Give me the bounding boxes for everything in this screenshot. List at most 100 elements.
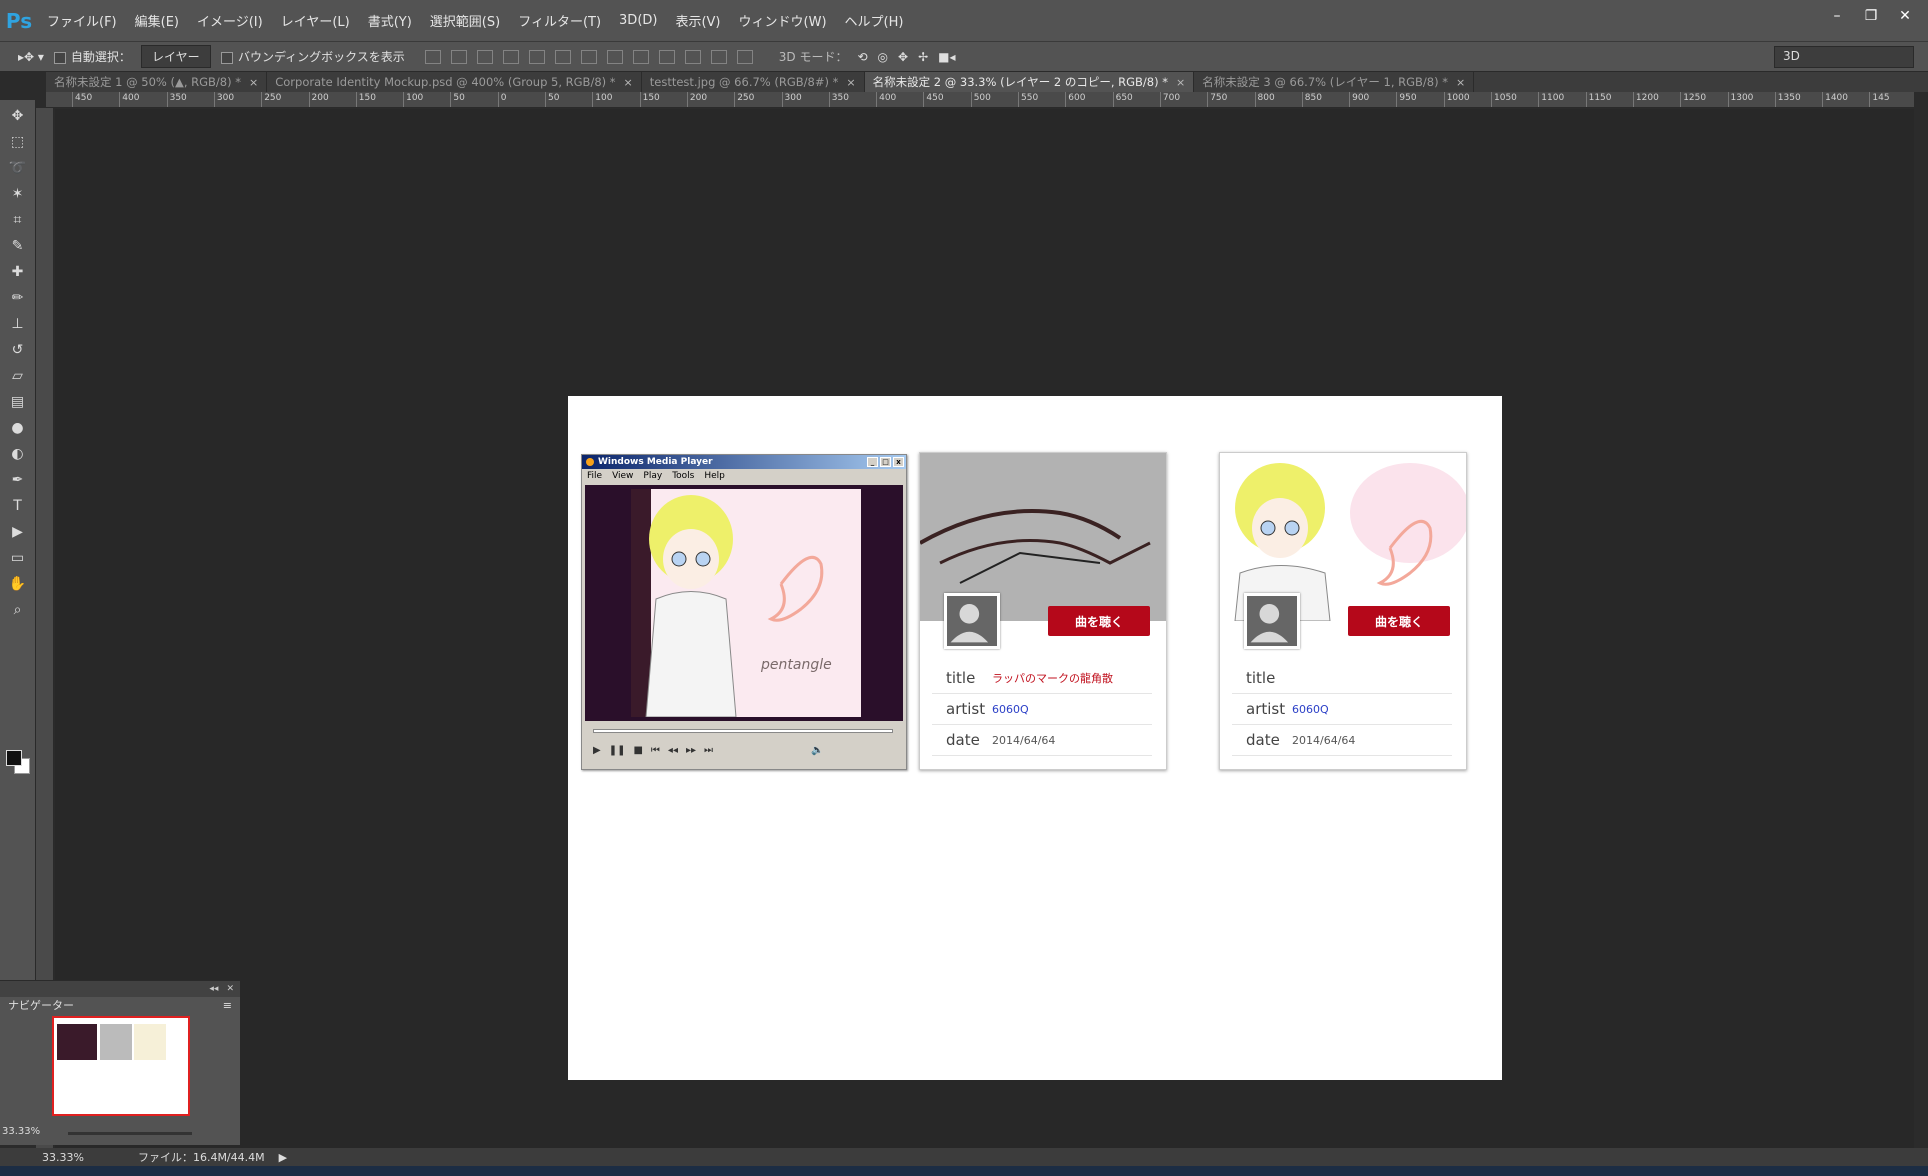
close-icon[interactable]: × xyxy=(1176,76,1185,89)
align-vcenter-icon[interactable] xyxy=(450,49,467,64)
close-icon[interactable]: × xyxy=(249,76,258,89)
auto-select-checkbox[interactable]: 自動選択： xyxy=(53,48,131,65)
status-file-info[interactable]: ファイル：16.4M/44.4M xyxy=(138,1149,265,1165)
rotate-3d-icon[interactable]: ⟲ xyxy=(857,50,867,64)
dodge-tool-icon[interactable]: ◐ xyxy=(6,444,30,464)
menu-layer[interactable]: レイヤー(L) xyxy=(272,11,359,30)
align-left-icon[interactable] xyxy=(502,49,519,64)
status-arrow-icon[interactable]: ▶ xyxy=(279,1151,287,1164)
crop-tool-icon[interactable]: ⌗ xyxy=(6,210,30,230)
tab-doc-1[interactable]: 名称未設定 1 @ 50% (▲, RGB/8) * × xyxy=(46,72,268,92)
eraser-tool-icon[interactable]: ▱ xyxy=(6,366,30,386)
zoom-tool-icon[interactable]: ⌕ xyxy=(6,600,30,620)
panel-menu-icon[interactable]: ≡ xyxy=(223,999,232,1012)
bounding-box-checkbox[interactable]: バウンディングボックスを表示 xyxy=(220,48,405,65)
zoom-slider[interactable] xyxy=(68,1132,192,1135)
close-icon[interactable]: × xyxy=(624,76,633,89)
gradient-tool-icon[interactable]: ▤ xyxy=(6,392,30,412)
distribute-hcenter-icon[interactable] xyxy=(684,49,701,64)
auto-select-dropdown[interactable]: レイヤー xyxy=(140,45,211,68)
hand-tool-icon[interactable]: ✋ xyxy=(6,574,30,594)
distribute-vcenter-icon[interactable] xyxy=(606,49,623,64)
align-hcenter-icon[interactable] xyxy=(528,49,545,64)
minimize-button[interactable]: – xyxy=(1824,6,1850,26)
lasso-tool-icon[interactable]: ➰ xyxy=(6,158,30,178)
document-canvas[interactable]: Windows Media Player _ □ x File View Play … xyxy=(568,396,1502,1080)
collapse-icon[interactable]: ◂◂ xyxy=(209,984,218,994)
menu-type[interactable]: 書式(Y) xyxy=(359,11,421,30)
eyedropper-tool-icon[interactable]: ✎ xyxy=(6,236,30,256)
prev-icon: ⏮ xyxy=(650,745,660,756)
workspace-select[interactable]: 3D xyxy=(1774,46,1914,68)
roll-3d-icon[interactable]: ◎ xyxy=(878,50,888,64)
tab-doc-5[interactable]: 名称未設定 3 @ 66.7% (レイヤー 1, RGB/8) * × xyxy=(1194,72,1475,92)
meta-key-date: date xyxy=(1246,731,1280,749)
distribute-bottom-icon[interactable] xyxy=(632,49,649,64)
menu-window[interactable]: ウィンドウ(W) xyxy=(730,11,836,30)
ruler-tick xyxy=(734,92,736,107)
tab-doc-2[interactable]: Corporate Identity Mockup.psd @ 400% (Gr… xyxy=(267,72,642,92)
menu-help[interactable]: ヘルプ(H) xyxy=(836,11,913,30)
workspace[interactable]: Windows Media Player _ □ x File View Play … xyxy=(55,109,1914,1152)
shape-tool-icon[interactable]: ▭ xyxy=(6,548,30,568)
ruler-tick xyxy=(545,92,546,107)
move-tool-icon[interactable]: ✥ xyxy=(6,106,30,126)
menu-edit[interactable]: 編集(E) xyxy=(126,11,188,30)
history-brush-tool-icon[interactable]: ↺ xyxy=(6,340,30,360)
menu-file[interactable]: ファイル(F) xyxy=(38,11,126,30)
status-zoom[interactable]: 33.33% xyxy=(42,1151,84,1164)
toolbox: ✥ ⬚ ➰ ✶ ⌗ ✎ ✚ ✏ ⊥ ↺ ▱ ▤ ● ◐ ✒ T ▶ ▭ ✋ ⌕ xyxy=(0,100,36,980)
marquee-tool-icon[interactable]: ⬚ xyxy=(6,132,30,152)
path-select-tool-icon[interactable]: ▶ xyxy=(6,522,30,542)
align-bottom-icon[interactable] xyxy=(476,49,493,64)
pen-tool-icon[interactable]: ✒ xyxy=(6,470,30,490)
align-top-icon[interactable] xyxy=(424,49,441,64)
wmp-video-area: pentangle xyxy=(585,485,903,721)
wmp-title: Windows Media Player xyxy=(598,457,713,467)
ruler-tick xyxy=(1822,92,1824,107)
menu-filter[interactable]: フィルター(T) xyxy=(509,11,610,30)
menu-3d[interactable]: 3D(D) xyxy=(610,13,666,28)
menu-select[interactable]: 選択範囲(S) xyxy=(421,11,509,30)
ruler-label: 145 xyxy=(1872,93,1890,103)
menu-view[interactable]: 表示(V) xyxy=(666,11,729,30)
wmp-menu-file: File xyxy=(587,471,603,481)
slide-3d-icon[interactable]: ✢ xyxy=(918,50,928,64)
tab-doc-3[interactable]: testtest.jpg @ 66.7% (RGB/8#) * × xyxy=(642,72,865,92)
distribute-left-icon[interactable] xyxy=(658,49,675,64)
auto-align-icon[interactable] xyxy=(736,49,753,64)
distribute-right-icon[interactable] xyxy=(710,49,727,64)
close-button[interactable]: ✕ xyxy=(1892,6,1918,26)
type-tool-icon[interactable]: T xyxy=(6,496,30,516)
ruler-label: 650 xyxy=(1115,93,1133,103)
menu-image[interactable]: イメージ(I) xyxy=(188,11,272,30)
navigator-zoom[interactable]: 33.33% xyxy=(2,1126,40,1137)
navigator-tab[interactable]: ナビゲーター ≡ xyxy=(0,997,240,1013)
brush-tool-icon[interactable]: ✏ xyxy=(6,288,30,308)
avatar xyxy=(1244,593,1300,649)
tab-doc-4[interactable]: 名称未設定 2 @ 33.3% (レイヤー 2 のコピー, RGB/8) * × xyxy=(864,72,1195,92)
navigator-thumbnail[interactable] xyxy=(52,1016,190,1116)
magic-wand-tool-icon[interactable]: ✶ xyxy=(6,184,30,204)
healing-brush-tool-icon[interactable]: ✚ xyxy=(6,262,30,282)
rewind-icon: ◂◂ xyxy=(667,745,678,756)
foreground-color-swatch[interactable] xyxy=(6,750,22,766)
align-buttons[interactable] xyxy=(424,49,753,64)
ruler-tick xyxy=(1112,92,1114,107)
distribute-top-icon[interactable] xyxy=(580,49,597,64)
align-right-icon[interactable] xyxy=(554,49,571,64)
drag-3d-icon[interactable]: ✥ xyxy=(898,50,908,64)
blur-tool-icon[interactable]: ● xyxy=(6,418,30,438)
move-tool-icon[interactable]: ▸✥ ▾ xyxy=(18,50,44,64)
ruler-label: 750 xyxy=(1210,93,1228,103)
ruler-tick xyxy=(1207,92,1209,107)
stamp-tool-icon[interactable]: ⊥ xyxy=(6,314,30,334)
ruler-label: 0 xyxy=(500,93,507,103)
ruler-top[interactable]: 450 400 350 300 250 200 150 100 50 0 50 100 150 200 25… xyxy=(46,92,1914,108)
restore-button[interactable]: ❐ xyxy=(1858,6,1884,26)
scale-3d-icon[interactable]: ■◂ xyxy=(938,50,955,64)
close-icon[interactable]: × xyxy=(846,76,855,89)
ruler-tick xyxy=(1018,92,1019,107)
close-icon[interactable]: ✕ xyxy=(226,984,234,994)
close-icon[interactable]: × xyxy=(1456,76,1465,89)
